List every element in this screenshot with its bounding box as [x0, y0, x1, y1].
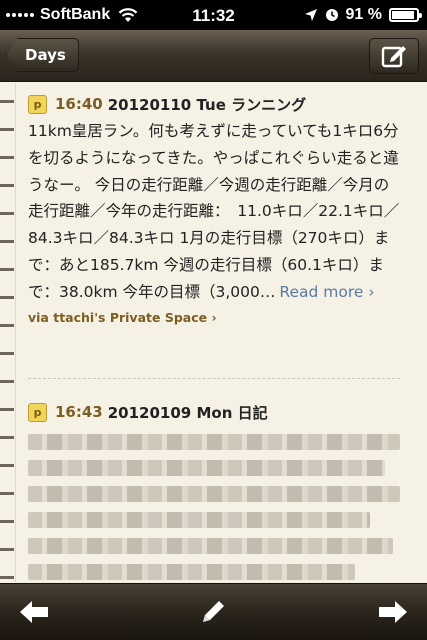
entry-type-badge: p: [28, 94, 47, 114]
divider: [28, 378, 400, 379]
location-arrow-icon: [304, 9, 317, 21]
compose-button[interactable]: [369, 38, 419, 74]
previous-button[interactable]: [12, 596, 56, 628]
entry-body: 11km皇居ラン。何も考えずに走っていても1キロ6分を切るようになってきた。やっ…: [28, 118, 400, 306]
battery-percentage: 91 %: [345, 6, 382, 23]
wifi-icon: [118, 8, 138, 22]
carrier-name: SoftBank: [40, 6, 111, 23]
entry-title: 20120109 Mon 日記: [107, 403, 268, 422]
arrow-right-icon: [379, 601, 407, 623]
list-item[interactable]: p 16:40 20120110 Tue ランニング 11km皇居ラン。何も考え…: [28, 92, 400, 325]
pencil-icon: [203, 601, 224, 622]
entry-body-blurred: [28, 434, 400, 580]
status-bar: SoftBank 11:32 91 %: [0, 0, 427, 30]
signal-strength-icon: [6, 13, 34, 17]
edit-button[interactable]: [191, 596, 235, 628]
battery-icon: [389, 8, 422, 22]
read-more-link[interactable]: Read more ›: [279, 283, 374, 301]
notebook-rings: [0, 82, 14, 583]
entry-time: 16:40: [55, 95, 103, 113]
entry-source-link[interactable]: via ttachi's Private Space ›: [28, 310, 400, 325]
entry-time: 16:43: [55, 403, 103, 421]
list-item[interactable]: p 16:43 20120109 Mon 日記: [28, 400, 400, 580]
entry-body-text: 11km皇居ラン。何も考えずに走っていても1キロ6分を切るようになってきた。やっ…: [28, 122, 400, 301]
back-button[interactable]: Days: [6, 38, 79, 72]
entries-list: p 16:40 20120110 Tue ランニング 11km皇居ラン。何も考え…: [0, 82, 427, 583]
navigation-bar: Days: [0, 30, 427, 82]
bottom-toolbar: [0, 583, 427, 640]
entry-title: 20120110 Tue ランニング: [107, 95, 307, 114]
entry-type-badge: p: [28, 402, 47, 422]
next-button[interactable]: [371, 596, 415, 628]
alarm-clock-icon: [325, 9, 338, 21]
compose-icon: [381, 46, 406, 68]
arrow-left-icon: [20, 601, 48, 623]
